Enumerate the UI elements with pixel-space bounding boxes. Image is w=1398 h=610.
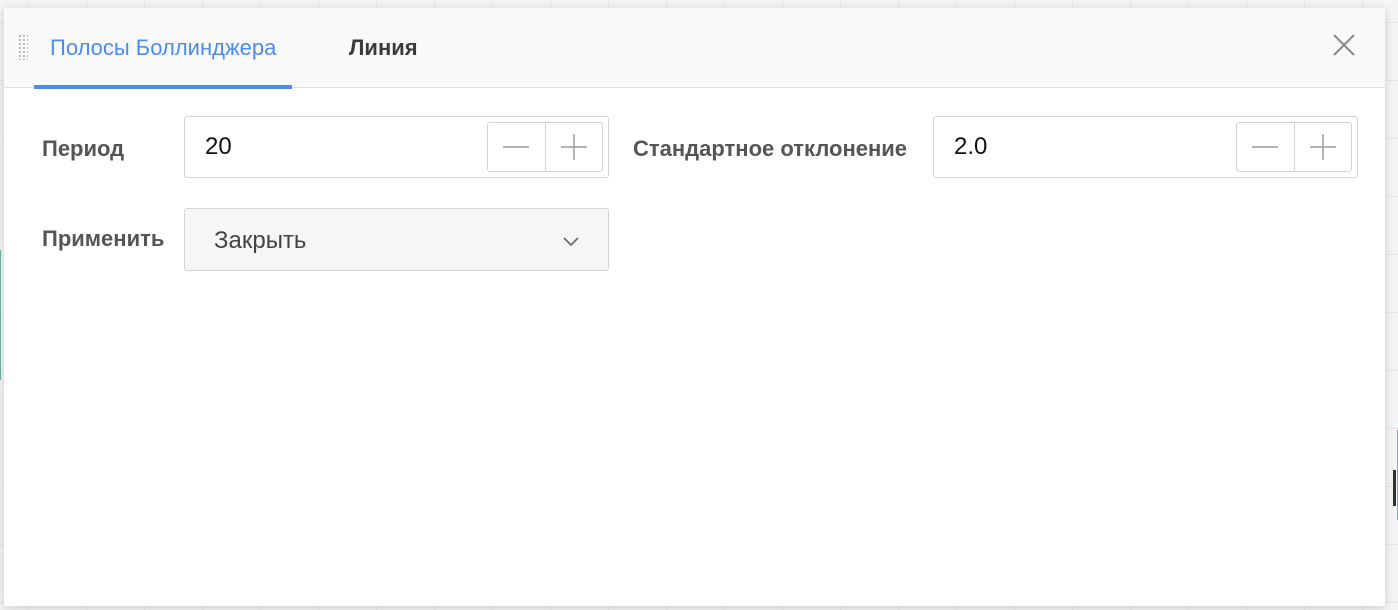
minus-icon — [503, 146, 530, 148]
apply-select-value: Закрыть — [214, 227, 307, 254]
drag-handle-icon[interactable] — [18, 34, 28, 60]
chart-background-candle — [1393, 470, 1396, 506]
period-increment-button[interactable] — [544, 123, 603, 171]
std-dev-decrement-button[interactable] — [1237, 123, 1294, 171]
period-stepper — [487, 122, 603, 172]
period-label: Период — [42, 136, 125, 161]
tab-bollinger-bands[interactable]: Полосы Боллинджера — [34, 8, 293, 89]
apply-select[interactable]: Закрыть — [184, 208, 609, 271]
tab-label: Полосы Боллинджера — [50, 35, 277, 60]
std-dev-label: Стандартное отклонение — [633, 136, 908, 161]
std-dev-field — [933, 116, 1358, 178]
std-dev-input[interactable] — [954, 117, 1214, 177]
tab-label: Линия — [349, 35, 418, 60]
period-input[interactable] — [205, 117, 465, 177]
period-field — [184, 116, 609, 178]
std-dev-stepper — [1236, 122, 1352, 172]
close-icon[interactable] — [1331, 32, 1357, 58]
minus-icon — [1252, 146, 1279, 148]
indicator-settings-dialog: Полосы Боллинджера Линия Период 20 Станд… — [4, 8, 1385, 606]
std-dev-increment-button[interactable] — [1293, 123, 1352, 171]
period-decrement-button[interactable] — [488, 123, 545, 171]
dialog-header: Полосы Боллинджера Линия — [4, 8, 1385, 89]
plus-icon — [1309, 134, 1336, 160]
plus-icon — [560, 134, 587, 160]
chevron-down-icon — [563, 237, 579, 247]
tab-line[interactable]: Линия — [349, 8, 418, 87]
apply-label: Применить — [42, 226, 165, 251]
